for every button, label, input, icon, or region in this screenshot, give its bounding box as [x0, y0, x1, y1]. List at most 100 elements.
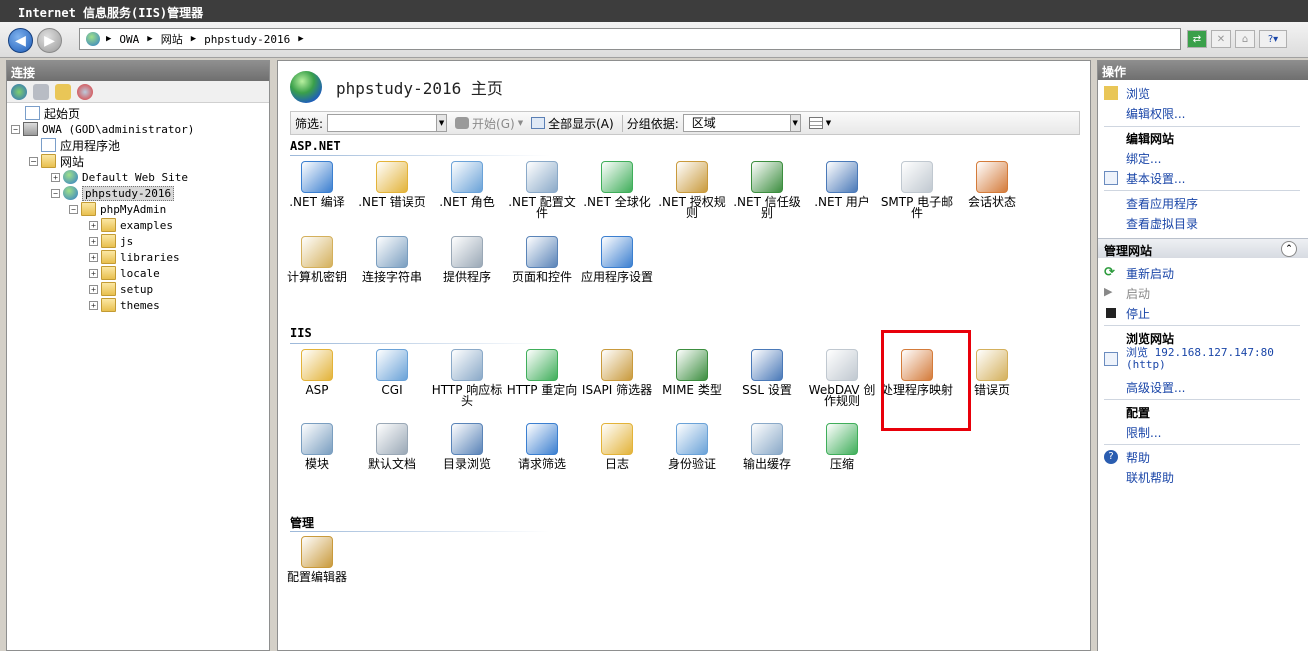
collapse-icon[interactable]: − [29, 156, 38, 166]
breadcrumb-owa[interactable]: OWA [119, 33, 139, 46]
feature-item[interactable]: WebDAV 创作规则 [805, 349, 879, 407]
tree-item-setup[interactable]: + setup [89, 281, 153, 297]
feature-item[interactable]: SMTP 电子邮件 [880, 161, 954, 219]
address-bar[interactable]: ▶ OWA ▶ 网站 ▶ phpstudy-2016 ▶ [79, 28, 1181, 50]
action-basic-settings[interactable]: 基本设置... [1126, 170, 1185, 187]
breadcrumb-separator-icon[interactable]: ▶ [298, 34, 303, 44]
expand-icon[interactable]: + [89, 220, 98, 230]
action-online-help[interactable]: 联机帮助 [1126, 469, 1174, 486]
tree-item-themes[interactable]: + themes [89, 297, 160, 313]
filter-input[interactable]: ▼ [327, 114, 448, 132]
action-restart[interactable]: 重新启动 [1126, 265, 1174, 282]
expand-icon[interactable]: + [51, 172, 60, 182]
expand-icon[interactable]: + [89, 252, 98, 262]
tree-item-app-pools[interactable]: 应用程序池 [41, 137, 120, 153]
feature-item[interactable]: .NET 编译 [280, 161, 354, 208]
feature-item[interactable]: .NET 授权规则 [655, 161, 729, 219]
dropdown-arrow-icon[interactable]: ▼ [436, 115, 447, 131]
action-view-virtual-dirs[interactable]: 查看虚拟目录 [1126, 215, 1198, 232]
feature-item[interactable]: 输出缓存 [730, 423, 804, 470]
feature-item[interactable]: .NET 信任级别 [730, 161, 804, 219]
tree-item-locale[interactable]: + locale [89, 265, 160, 281]
feature-item[interactable]: .NET 全球化 [580, 161, 654, 208]
tree-item-server[interactable]: − OWA (GOD\administrator) [11, 121, 194, 137]
view-mode-button[interactable]: ▼ [808, 117, 831, 129]
feature-item[interactable]: 会话状态 [955, 161, 1029, 208]
tree-item-phpmyadmin[interactable]: − phpMyAdmin [69, 201, 166, 217]
feature-item[interactable]: .NET 用户 [805, 161, 879, 208]
collapse-icon[interactable]: − [51, 188, 60, 198]
feature-item[interactable]: ASP [280, 349, 354, 396]
back-button[interactable]: ◀ [8, 28, 33, 53]
home-icon[interactable]: ⌂ [1235, 30, 1255, 48]
start-button[interactable]: 开始(G) ▼ [455, 115, 523, 132]
feature-item[interactable]: 目录浏览 [430, 423, 504, 470]
feature-item[interactable]: 请求筛选 [505, 423, 579, 470]
action-bindings[interactable]: 绑定... [1126, 150, 1161, 167]
feature-item[interactable]: CGI [355, 349, 429, 396]
tree-item-js[interactable]: + js [89, 233, 133, 249]
expand-icon[interactable]: + [89, 236, 98, 246]
action-start[interactable]: 启动 [1126, 285, 1150, 302]
feature-item[interactable]: 页面和控件 [505, 236, 579, 283]
expand-icon[interactable]: + [89, 300, 98, 310]
breadcrumb-site[interactable]: phpstudy-2016 [204, 33, 290, 46]
action-stop[interactable]: 停止 [1126, 305, 1150, 322]
group-by-select[interactable]: 区域 ▼ [682, 114, 801, 132]
breadcrumb-separator-icon[interactable]: ▶ [106, 34, 111, 44]
collapse-icon[interactable]: − [11, 124, 20, 134]
feature-item[interactable]: .NET 配置文件 [505, 161, 579, 219]
help-dropdown-icon[interactable]: ?▾ [1259, 30, 1287, 48]
tree-item-phpstudy[interactable]: − phpstudy-2016 [51, 185, 175, 201]
dropdown-arrow-icon[interactable]: ▼ [518, 119, 523, 127]
feature-item[interactable]: 应用程序设置 [580, 236, 654, 283]
breadcrumb-sites[interactable]: 网站 [161, 31, 183, 47]
stop-icon[interactable]: ✕ [1211, 30, 1231, 48]
action-limits[interactable]: 限制... [1126, 424, 1161, 441]
save-icon[interactable] [33, 83, 49, 100]
tree-item-examples[interactable]: + examples [89, 217, 173, 233]
action-browse-url[interactable]: 浏览 192.168.127.147:80 (http) [1126, 347, 1276, 371]
connect-icon[interactable] [11, 83, 27, 100]
expand-icon[interactable]: + [89, 284, 98, 294]
feature-item[interactable]: .NET 错误页 [355, 161, 429, 208]
action-browse[interactable]: 浏览 [1126, 85, 1150, 102]
feature-item[interactable]: 计算机密钥 [280, 236, 354, 283]
feature-item[interactable]: 日志 [580, 423, 654, 470]
action-view-applications[interactable]: 查看应用程序 [1126, 195, 1198, 212]
expand-icon[interactable]: + [89, 268, 98, 278]
feature-label: 计算机密钥 [286, 270, 347, 284]
action-help[interactable]: 帮助 [1126, 449, 1150, 466]
collapse-up-icon[interactable]: ⌃ [1281, 241, 1297, 257]
breadcrumb-separator-icon[interactable]: ▶ [191, 34, 196, 44]
feature-item[interactable]: 模块 [280, 423, 354, 470]
feature-item[interactable]: 提供程序 [430, 236, 504, 283]
collapse-icon[interactable]: − [69, 204, 78, 214]
disconnect-icon[interactable] [77, 83, 93, 100]
tree-item-start-page[interactable]: 起始页 [25, 105, 80, 121]
tree-item-default-web-site[interactable]: + Default Web Site [51, 169, 188, 185]
tree-item-libraries[interactable]: + libraries [89, 249, 180, 265]
forward-button[interactable]: ▶ [37, 28, 62, 53]
feature-item[interactable]: 配置编辑器 [280, 536, 354, 583]
tree-item-sites[interactable]: − 网站 [29, 153, 84, 169]
feature-item[interactable]: 默认文档 [355, 423, 429, 470]
dropdown-arrow-icon[interactable]: ▼ [789, 115, 800, 131]
globe-icon [63, 186, 78, 200]
breadcrumb-separator-icon[interactable]: ▶ [147, 34, 152, 44]
show-all-button[interactable]: 全部显示(A) [531, 115, 614, 132]
feature-item[interactable]: 身份验证 [655, 423, 729, 470]
refresh-icon[interactable]: ⇄ [1187, 30, 1207, 48]
feature-item[interactable]: MIME 类型 [655, 349, 729, 396]
feature-item[interactable]: SSL 设置 [730, 349, 804, 396]
feature-item[interactable]: ISAPI 筛选器 [580, 349, 654, 396]
feature-item[interactable]: .NET 角色 [430, 161, 504, 208]
feature-item[interactable]: 连接字符串 [355, 236, 429, 283]
action-edit-permissions[interactable]: 编辑权限... [1126, 105, 1185, 122]
action-advanced-settings[interactable]: 高级设置... [1126, 379, 1185, 396]
feature-label: .NET 编译 [289, 195, 345, 209]
feature-item[interactable]: 压缩 [805, 423, 879, 470]
feature-item[interactable]: HTTP 重定向 [505, 349, 579, 396]
feature-item[interactable]: HTTP 响应标头 [430, 349, 504, 407]
up-folder-icon[interactable] [55, 83, 71, 100]
